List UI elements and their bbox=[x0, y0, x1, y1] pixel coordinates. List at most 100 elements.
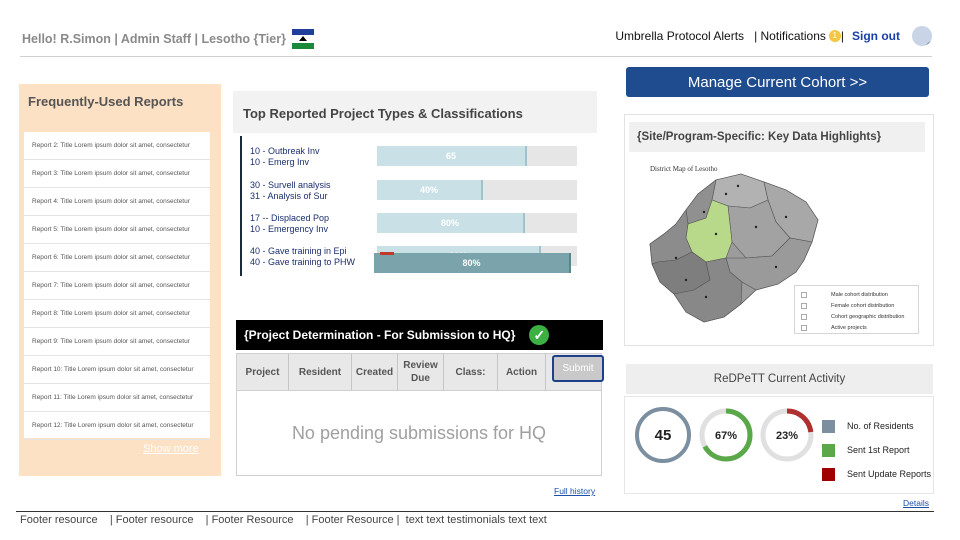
footer-resource-link[interactable]: | Footer Resource bbox=[294, 514, 394, 526]
activity-legend-item: No. of Residents bbox=[822, 414, 931, 438]
activity-title: ReDPeTT Current Activity bbox=[626, 364, 933, 394]
table-column-header[interactable]: Created bbox=[352, 354, 398, 390]
legend-swatch bbox=[822, 443, 835, 457]
activity-legend: No. of Residents Sent 1st Report Sent Upda… bbox=[822, 414, 931, 486]
legend-label: Female cohort distribution bbox=[831, 302, 895, 309]
report-list-item[interactable]: Report 12: Title Lorem ipsum dolor sit a… bbox=[24, 412, 210, 440]
legend-swatch bbox=[822, 419, 835, 433]
manage-cohort-button[interactable]: Manage Current Cohort >> bbox=[626, 67, 929, 97]
user-greeting: Hello! R.Simon | Admin Staff | Lesotho {… bbox=[22, 29, 314, 49]
map-legend-item[interactable]: Active projects bbox=[801, 322, 912, 333]
full-history-link[interactable]: Full history bbox=[554, 486, 595, 496]
activity-circle[interactable]: 23% bbox=[760, 408, 814, 462]
project-determination-title: {Project Determination - For Submission … bbox=[244, 328, 516, 342]
legend-checkbox[interactable] bbox=[801, 291, 807, 298]
footer-resource-link[interactable]: | text text testimonials text text bbox=[394, 514, 547, 526]
header-divider bbox=[20, 56, 932, 57]
map-legend-item[interactable]: Male cohort distribution bbox=[801, 289, 912, 300]
map-legend: Male cohort distribution Female cohort di… bbox=[794, 285, 919, 334]
frequently-used-title: Frequently-Used Reports bbox=[28, 94, 184, 109]
table-column-header[interactable]: Class: bbox=[444, 354, 498, 390]
checkmark-icon: ✓ bbox=[529, 325, 550, 345]
avatar[interactable] bbox=[912, 26, 932, 46]
project-type-label: 17 -- Displaced Pop 10 - Emergency Inv bbox=[250, 213, 380, 235]
greeting-text: Hello! R.Simon | Admin Staff | Lesotho {… bbox=[22, 32, 286, 46]
report-list-item[interactable]: Report 9: Title Lorem ipsum dolor sit am… bbox=[24, 328, 210, 356]
key-data-title: {Site/Program-Specific: Key Data Highlig… bbox=[629, 122, 925, 152]
table-column-header[interactable]: Review Due bbox=[398, 354, 444, 390]
table-column-header[interactable]: Project bbox=[237, 354, 289, 390]
submit-button[interactable]: Submit bbox=[552, 355, 604, 382]
project-type-line: 30 - Survell analysis bbox=[250, 180, 331, 190]
activity-circles: 45 67% 23% bbox=[635, 407, 814, 463]
notifications-link[interactable]: | Notifications bbox=[754, 29, 826, 43]
notification-badge: 1 bbox=[828, 30, 841, 42]
bar[interactable]: 65 bbox=[377, 146, 527, 166]
project-determination-header: {Project Determination - For Submission … bbox=[236, 320, 603, 350]
legend-checkbox[interactable] bbox=[801, 313, 807, 320]
report-list: Report 2: Title Lorem ipsum dolor sit am… bbox=[24, 132, 210, 440]
show-more-link[interactable]: Show more bbox=[143, 443, 199, 455]
map-legend-item[interactable]: Cohort geographic distribution bbox=[801, 311, 912, 322]
project-type-line: 31 - Analysis of Sur bbox=[250, 191, 328, 201]
circle-value: 45 bbox=[655, 427, 672, 444]
report-list-item[interactable]: Report 2: Title Lorem ipsum dolor sit am… bbox=[24, 132, 210, 160]
header-separator: | bbox=[840, 29, 844, 43]
project-type-line: 17 -- Displaced Pop bbox=[250, 213, 330, 223]
activity-legend-item: Sent 1st Report bbox=[822, 438, 931, 462]
project-type-line: 40 - Gave training to PHW bbox=[250, 257, 356, 267]
legend-checkbox[interactable] bbox=[801, 324, 807, 331]
footer-resource-link[interactable]: | Footer Resource bbox=[193, 514, 294, 526]
empty-submissions-message: No pending submissions for HQ bbox=[236, 391, 602, 476]
activity-legend-item: Sent Update Reports bbox=[822, 462, 931, 486]
legend-swatch bbox=[822, 467, 835, 481]
bar-marker bbox=[380, 252, 394, 255]
sign-out-link[interactable]: Sign out bbox=[852, 29, 900, 43]
bar-track: 40% bbox=[377, 180, 577, 200]
report-list-item[interactable]: Report 6: Title Lorem ipsum dolor sit am… bbox=[24, 244, 210, 272]
report-list-item[interactable]: Report 5: Title Lorem ipsum dolor sit am… bbox=[24, 216, 210, 244]
project-type-line: 10 - Emergency Inv bbox=[250, 224, 329, 234]
project-type-line: 10 - Emerg Inv bbox=[250, 157, 310, 167]
footer: Footer resource | Footer resource | Foot… bbox=[20, 514, 547, 526]
project-type-label: 30 - Survell analysis 31 - Analysis of Su… bbox=[250, 180, 380, 202]
project-type-line: 40 - Gave training in Epi bbox=[250, 246, 347, 256]
report-list-item[interactable]: Report 7: Title Lorem ipsum dolor sit am… bbox=[24, 272, 210, 300]
umbrella-alerts-link[interactable]: Umbrella Protocol Alerts bbox=[615, 29, 744, 43]
legend-checkbox[interactable] bbox=[801, 302, 807, 309]
circle-value: 67% bbox=[715, 430, 737, 442]
table-column-header[interactable]: Action bbox=[498, 354, 546, 390]
report-list-item[interactable]: Report 11: Title Lorem ipsum dolor sit a… bbox=[24, 384, 210, 412]
bar-track: 80% bbox=[374, 252, 586, 273]
report-list-item[interactable]: Report 10: Title Lorem ipsum dolor sit a… bbox=[24, 356, 210, 384]
legend-label: Sent Update Reports bbox=[847, 469, 932, 479]
bar[interactable]: 80% bbox=[377, 213, 525, 233]
legend-label: Sent 1st Report bbox=[847, 445, 910, 455]
bar[interactable]: 80% bbox=[374, 253, 571, 273]
report-list-item[interactable]: Report 4: Title Lorem ipsum dolor sit am… bbox=[24, 188, 210, 216]
details-link[interactable]: Details bbox=[903, 498, 929, 508]
submission-table-header: Project Resident Created Review Due Class: Ac… bbox=[236, 353, 602, 391]
lesotho-flag-icon bbox=[291, 29, 314, 49]
chart-axis bbox=[240, 136, 242, 276]
table-column-header[interactable]: Resident bbox=[289, 354, 352, 390]
top-reported-title: Top Reported Project Types & Classificat… bbox=[243, 106, 523, 121]
activity-circle[interactable]: 67% bbox=[699, 408, 753, 462]
footer-resource-link[interactable]: | Footer resource bbox=[98, 514, 194, 526]
circle-value: 23% bbox=[776, 430, 798, 442]
footer-divider bbox=[16, 511, 934, 512]
footer-resource-link[interactable]: Footer resource bbox=[20, 514, 98, 526]
legend-label: Male cohort distribution bbox=[831, 291, 888, 298]
bar-track: 80% bbox=[377, 213, 577, 233]
legend-label: Active projects bbox=[831, 324, 867, 331]
legend-label: No. of Residents bbox=[847, 421, 914, 431]
map-legend-item[interactable]: Female cohort distribution bbox=[801, 300, 912, 311]
legend-label: Cohort geographic distribution bbox=[831, 313, 905, 320]
report-list-item[interactable]: Report 8: Title Lorem ipsum dolor sit am… bbox=[24, 300, 210, 328]
bar-track: 65 bbox=[377, 146, 577, 166]
project-type-label: 10 - Outbreak Inv 10 - Emerg Inv bbox=[250, 146, 380, 168]
bar[interactable]: 40% bbox=[377, 180, 483, 200]
report-list-item[interactable]: Report 3: Title Lorem ipsum dolor sit am… bbox=[24, 160, 210, 188]
activity-circle[interactable]: 45 bbox=[635, 407, 691, 463]
header-actions: Umbrella Protocol Alerts | Notifications… bbox=[615, 26, 932, 46]
